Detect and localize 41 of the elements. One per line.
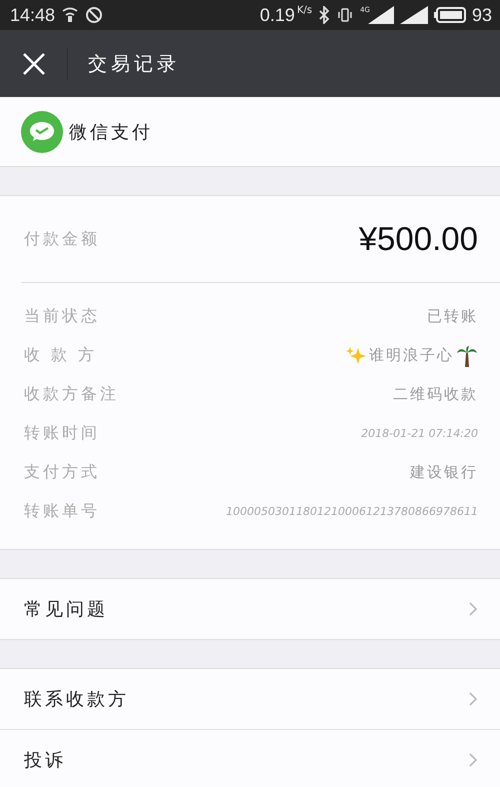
- close-button[interactable]: [21, 50, 47, 76]
- wifi-call-icon: [61, 7, 80, 23]
- menu-item[interactable]: 联系收款方: [0, 669, 500, 729]
- chevron-right-icon: [468, 752, 478, 768]
- menu-item[interactable]: 常见问题: [0, 579, 500, 639]
- clock-time: 14:48: [10, 4, 56, 26]
- amount-label: 付款金额: [24, 228, 100, 250]
- battery-icon: [434, 7, 466, 23]
- signal-icon: [368, 6, 394, 24]
- close-icon: [21, 50, 47, 76]
- amount-value: ¥500.00: [358, 220, 478, 258]
- detail-label: 支付方式: [24, 462, 100, 483]
- speed-unit: K/s: [296, 5, 312, 16]
- chat-bubble-check-icon: [21, 110, 63, 152]
- detail-value: 2018-01-21 07:14:20: [361, 427, 478, 440]
- detail-value: 二维码收款: [393, 385, 478, 404]
- detail-label: 收款方备注: [24, 384, 119, 405]
- palm-tree-icon: [456, 344, 478, 366]
- detail-value: 100005030118012100061213780866978611: [226, 505, 478, 518]
- detail-value: 已转账: [427, 307, 478, 326]
- battery-level: 93: [472, 4, 492, 26]
- signal-icon: [400, 6, 428, 24]
- chevron-right-icon: [468, 691, 478, 707]
- do-not-disturb-icon: [85, 6, 104, 24]
- sparkle-icon: [345, 344, 367, 366]
- bluetooth-icon: [318, 6, 330, 24]
- chevron-right-icon: [468, 601, 478, 617]
- page-title: 交易记录: [88, 52, 180, 76]
- detail-label: 转账时间: [24, 423, 100, 444]
- detail-label: 当前状态: [24, 306, 100, 327]
- detail-value: 谁明浪子心: [369, 346, 454, 365]
- detail-value: 建设银行: [410, 463, 478, 482]
- network-speed: 0.19: [260, 4, 295, 26]
- menu-item[interactable]: 投诉: [0, 729, 500, 787]
- brand-name: 微信支付: [69, 120, 153, 144]
- menu-item-label: 联系收款方: [24, 688, 129, 711]
- detail-label: 收 款 方: [24, 345, 98, 366]
- menu-item-label: 投诉: [24, 749, 66, 772]
- menu-item-label: 常见问题: [24, 598, 108, 621]
- vibrate-icon: [336, 7, 354, 23]
- detail-label: 转账单号: [24, 501, 100, 522]
